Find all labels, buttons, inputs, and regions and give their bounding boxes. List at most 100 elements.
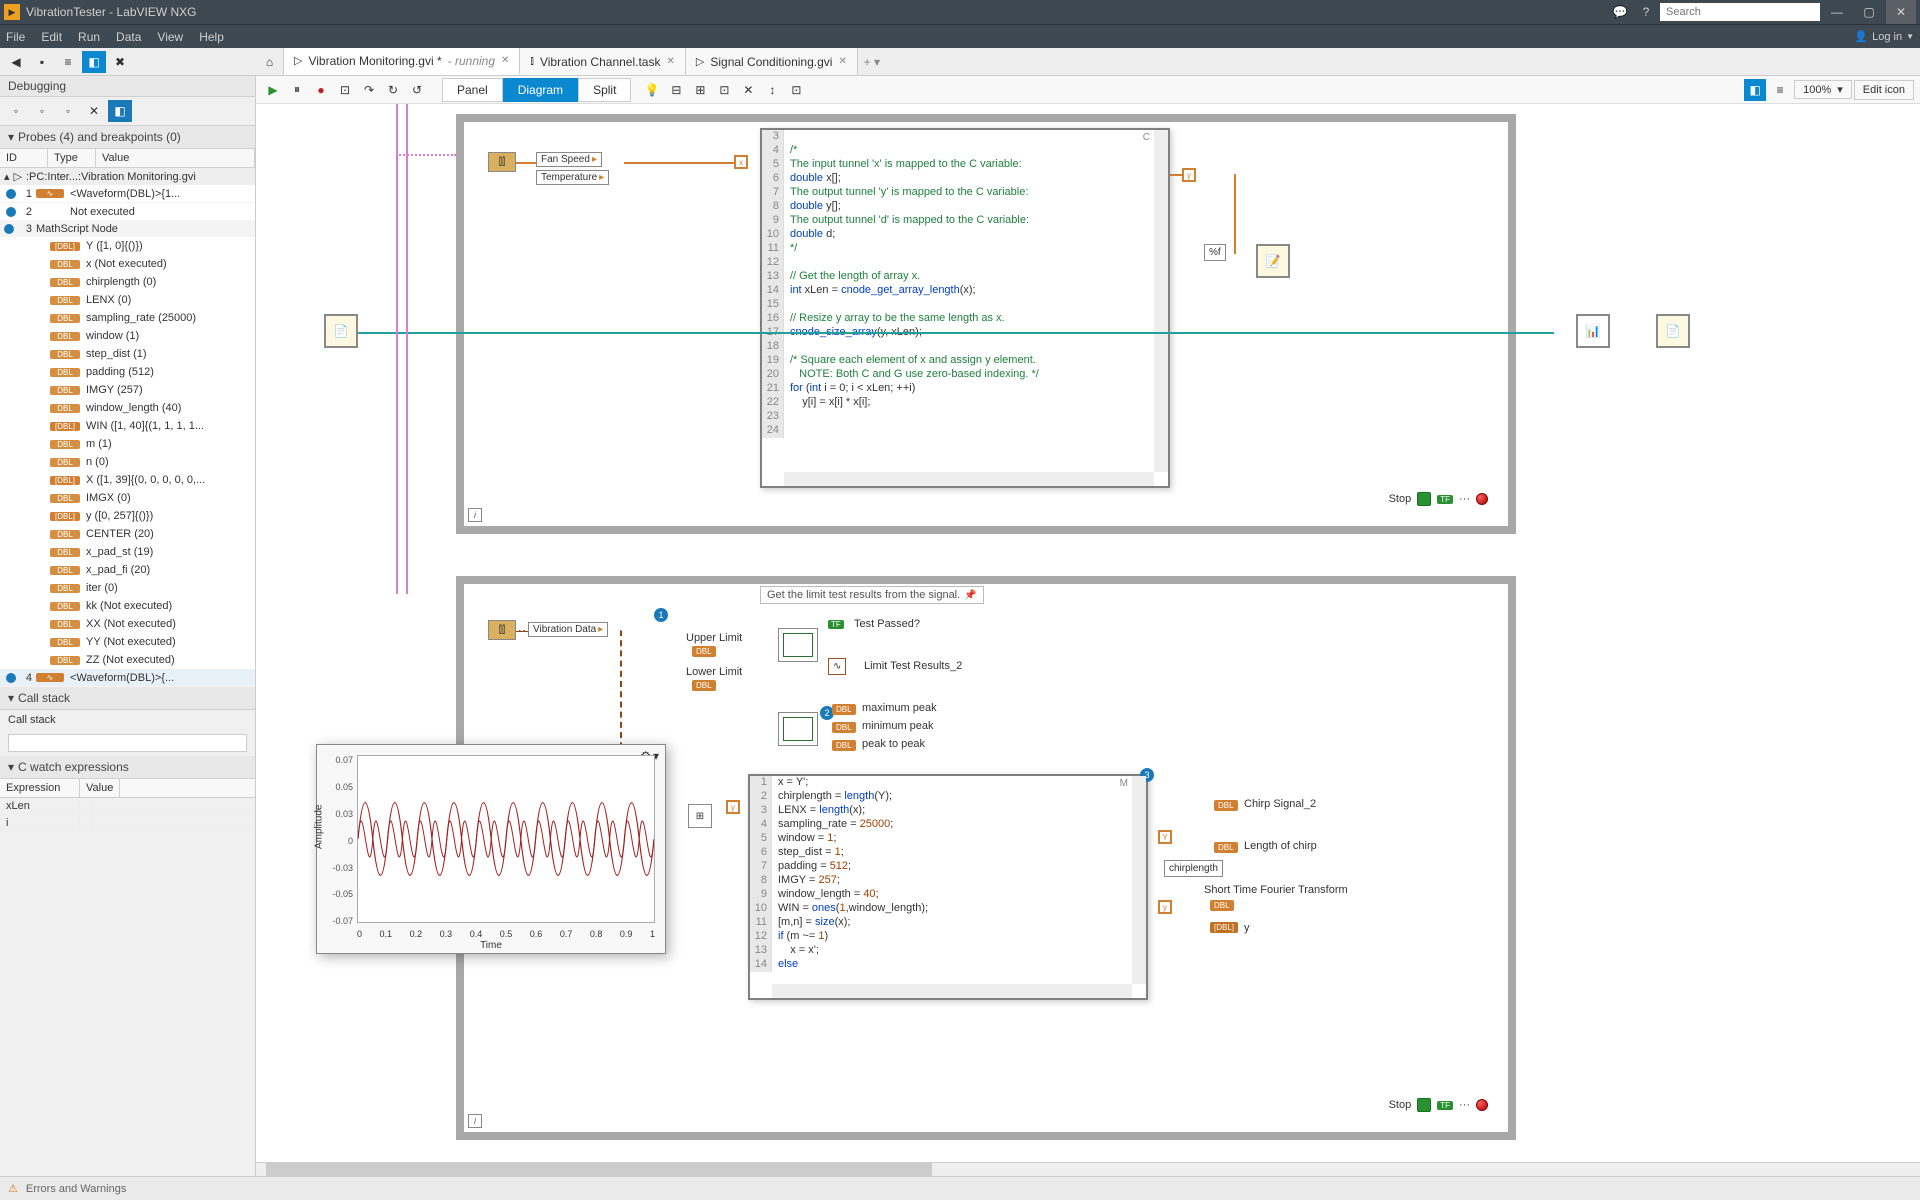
probe-row[interactable]: 4 ∿ <Waveform(DBL)>{...	[0, 669, 255, 687]
record-button[interactable]: ●	[310, 79, 332, 101]
probe-variable-row[interactable]: DBLYY (Not executed)	[0, 633, 255, 651]
warning-icon[interactable]: ⚠	[8, 1182, 18, 1195]
errors-warnings-link[interactable]: Errors and Warnings	[26, 1183, 126, 1195]
tab-vibration-monitoring[interactable]: ▷ Vibration Monitoring.gvi * - running ✕	[284, 48, 520, 75]
c-code-node[interactable]: C 34/*5The input tunnel 'x' is mapped to…	[760, 128, 1170, 488]
menu-view[interactable]: View	[157, 30, 183, 44]
align-tool-5[interactable]: ↕	[761, 79, 783, 101]
highlight-execution-button[interactable]: ⊡	[334, 79, 356, 101]
login-link[interactable]: 👤 Log in ▼	[1854, 30, 1914, 43]
nav-back-button[interactable]: ◀	[4, 51, 28, 73]
debug-tool-active[interactable]: ◧	[108, 100, 132, 122]
tab-close-icon[interactable]: ✕	[501, 55, 509, 66]
probe-variable-row[interactable]: [DBL]X ([1, 39]{(0, 0, 0, 0, 0,...	[0, 471, 255, 489]
breakpoint-1[interactable]: 1	[654, 608, 668, 622]
horizontal-scrollbar[interactable]	[256, 1162, 1920, 1176]
probe-variable-row[interactable]: DBLx_pad_fi (20)	[0, 561, 255, 579]
probe-file-row[interactable]: ▴▷:PC:Inter...:Vibration Monitoring.gvi	[0, 168, 255, 185]
add-tab-button[interactable]: + ▾	[858, 48, 886, 75]
probe-variable-row[interactable]: DBLIMGY (257)	[0, 381, 255, 399]
merge-signals-node[interactable]: ⫿⫿	[488, 152, 516, 172]
probe-variable-row[interactable]: DBLIMGX (0)	[0, 489, 255, 507]
file-close-node[interactable]: 📄	[1656, 314, 1690, 348]
limit-test-vi[interactable]	[778, 628, 818, 662]
probe-variable-row[interactable]: DBLiter (0)	[0, 579, 255, 597]
probe-variable-row[interactable]: DBLLENX (0)	[0, 291, 255, 309]
scrollbar-vertical[interactable]	[1132, 776, 1146, 984]
probe-variable-row[interactable]: DBLx_pad_st (19)	[0, 543, 255, 561]
Y-out-terminal[interactable]: Y	[1158, 830, 1172, 844]
tab-vibration-channel[interactable]: ⫾ Vibration Channel.task ✕	[520, 48, 685, 75]
maximize-button[interactable]: ▢	[1854, 0, 1884, 24]
step-into-button[interactable]: ↷	[358, 79, 380, 101]
probe-variable-row[interactable]: [DBL]WIN ([1, 40]{(1, 1, 1, 1...	[0, 417, 255, 435]
probe-variable-row[interactable]: DBLn (0)	[0, 453, 255, 471]
tab-signal-conditioning[interactable]: ▷ Signal Conditioning.gvi ✕	[686, 48, 858, 75]
stop-indicator[interactable]	[1417, 1098, 1431, 1112]
menu-edit[interactable]: Edit	[41, 30, 62, 44]
tab-close-icon[interactable]: ✕	[838, 56, 846, 67]
chirplength-terminal[interactable]: chirplength	[1164, 860, 1223, 877]
probe-variable-row[interactable]: [DBL]y ([0, 257]{()})	[0, 507, 255, 525]
waveform-probe-popup[interactable]: ⚙ ▾ Amplitude 0.07 0.05 0.03 0 -0.03 -0.…	[316, 744, 666, 954]
align-tool-1[interactable]: ⊟	[665, 79, 687, 101]
view-tab-diagram[interactable]: Diagram	[503, 78, 578, 102]
format-string-node[interactable]: %f	[1204, 244, 1226, 261]
close-button[interactable]: ✕	[1886, 0, 1916, 24]
home-tab[interactable]: ⌂	[256, 48, 284, 75]
menu-run[interactable]: Run	[78, 30, 100, 44]
menu-help[interactable]: Help	[199, 30, 224, 44]
view-tab-split[interactable]: Split	[578, 78, 631, 102]
edit-icon-button[interactable]: Edit icon	[1854, 80, 1914, 100]
align-tool-3[interactable]: ⊡	[713, 79, 735, 101]
probe-variable-row[interactable]: DBLm (1)	[0, 435, 255, 453]
callstack-input[interactable]	[8, 734, 247, 752]
align-tool-2[interactable]: ⊞	[689, 79, 711, 101]
while-loop-1[interactable]: ⫿⫿ Fan Speed▸ Temperature▸ x	[456, 114, 1516, 534]
debug-tool-1[interactable]: ◦	[4, 100, 28, 122]
cwatch-row[interactable]: xLen	[0, 798, 255, 815]
probe-variable-row[interactable]: DBLstep_dist (1)	[0, 345, 255, 363]
run-button[interactable]: ▶	[262, 79, 284, 101]
case-vibration-data[interactable]: Vibration Data▸	[528, 622, 608, 637]
diagram-canvas[interactable]: ⫿⫿ Fan Speed▸ Temperature▸ x	[256, 104, 1920, 1162]
scrollbar-horizontal[interactable]	[784, 472, 1154, 486]
cwatch-header[interactable]: ▾C watch expressions	[0, 756, 255, 779]
probe-variable-row[interactable]: [DBL]Y ([1, 0]{()})	[0, 237, 255, 255]
menu-data[interactable]: Data	[116, 30, 141, 44]
probes-section-header[interactable]: ▾Probes (4) and breakpoints (0)	[0, 126, 255, 149]
probe-row[interactable]: 2 Not executed	[0, 203, 255, 221]
peak-detect-vi[interactable]	[778, 712, 818, 746]
probe-variable-row[interactable]: DBLchirplength (0)	[0, 273, 255, 291]
search-input[interactable]	[1660, 3, 1820, 21]
scrollbar-vertical[interactable]	[1154, 130, 1168, 472]
resample-vi[interactable]: ⊞	[688, 804, 712, 828]
probe-variable-row[interactable]: DBLwindow_length (40)	[0, 399, 255, 417]
build-text-node[interactable]: 📝	[1256, 244, 1290, 278]
merge-signals-node-2[interactable]: ⫿⫿	[488, 620, 516, 640]
x-terminal[interactable]: x	[734, 155, 748, 169]
debug-tool-3[interactable]: ◦	[56, 100, 80, 122]
probe-variable-row[interactable]: DBLCENTER (20)	[0, 525, 255, 543]
menu-file[interactable]: File	[6, 30, 25, 44]
y-terminal[interactable]: y	[1182, 168, 1196, 182]
probe-tree[interactable]: ▴▷:PC:Inter...:Vibration Monitoring.gvi …	[0, 168, 255, 687]
probe-variable-row[interactable]: DBLpadding (512)	[0, 363, 255, 381]
list-view-button[interactable]: ≡	[56, 51, 80, 73]
build-path-node[interactable]: 📊	[1576, 314, 1610, 348]
comment-box[interactable]: Get the limit test results from the sign…	[760, 586, 984, 604]
case-temperature[interactable]: Temperature▸	[536, 170, 609, 185]
probe-variable-row[interactable]: DBLsampling_rate (25000)	[0, 309, 255, 327]
case-fan-speed[interactable]: Fan Speed▸	[536, 152, 602, 167]
new-doc-button[interactable]: ▪	[30, 51, 54, 73]
stop-indicator[interactable]	[1417, 492, 1431, 506]
y-terminal-2[interactable]: y	[726, 800, 740, 814]
step-over-button[interactable]: ↻	[382, 79, 404, 101]
layout-mode-2[interactable]: ≡	[1768, 79, 1792, 101]
help-icon[interactable]: ?	[1634, 2, 1658, 22]
mathscript-node[interactable]: M 3 1x = Y';2chirplength = length(Y);3LE…	[748, 774, 1148, 1000]
debug-tool-4[interactable]: ✕	[82, 100, 106, 122]
callstack-header[interactable]: ▾Call stack	[0, 687, 255, 710]
speech-bubble-icon[interactable]: 💬	[1608, 2, 1632, 22]
file-open-node[interactable]: 📄	[324, 314, 358, 348]
